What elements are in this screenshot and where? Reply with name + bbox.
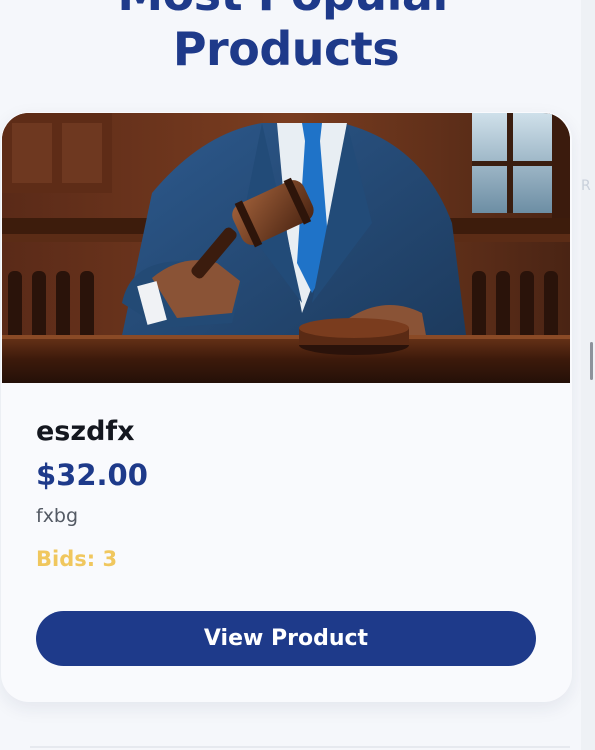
- page: Most Popular Products: [0, 0, 595, 750]
- product-price: $32.00: [36, 458, 148, 492]
- product-bid-count: Bids: 3: [36, 547, 118, 571]
- scrollbar-thumb[interactable]: [590, 342, 593, 380]
- section-title-line-2: Products: [172, 22, 400, 76]
- product-image[interactable]: [2, 113, 570, 383]
- product-description: fxbg: [36, 505, 79, 527]
- section-title-line-1: Most Popular: [0, 0, 572, 22]
- product-name: eszdfx: [36, 416, 135, 447]
- popular-products-section: Most Popular Products: [0, 0, 581, 750]
- section-title: Most Popular Products: [0, 0, 572, 77]
- product-card: eszdfx $32.00 fxbg Bids: 3 View Product: [1, 112, 572, 702]
- divider: [30, 746, 570, 748]
- view-product-button[interactable]: View Product: [36, 611, 536, 666]
- adjacent-card-peek-text: R: [581, 178, 591, 194]
